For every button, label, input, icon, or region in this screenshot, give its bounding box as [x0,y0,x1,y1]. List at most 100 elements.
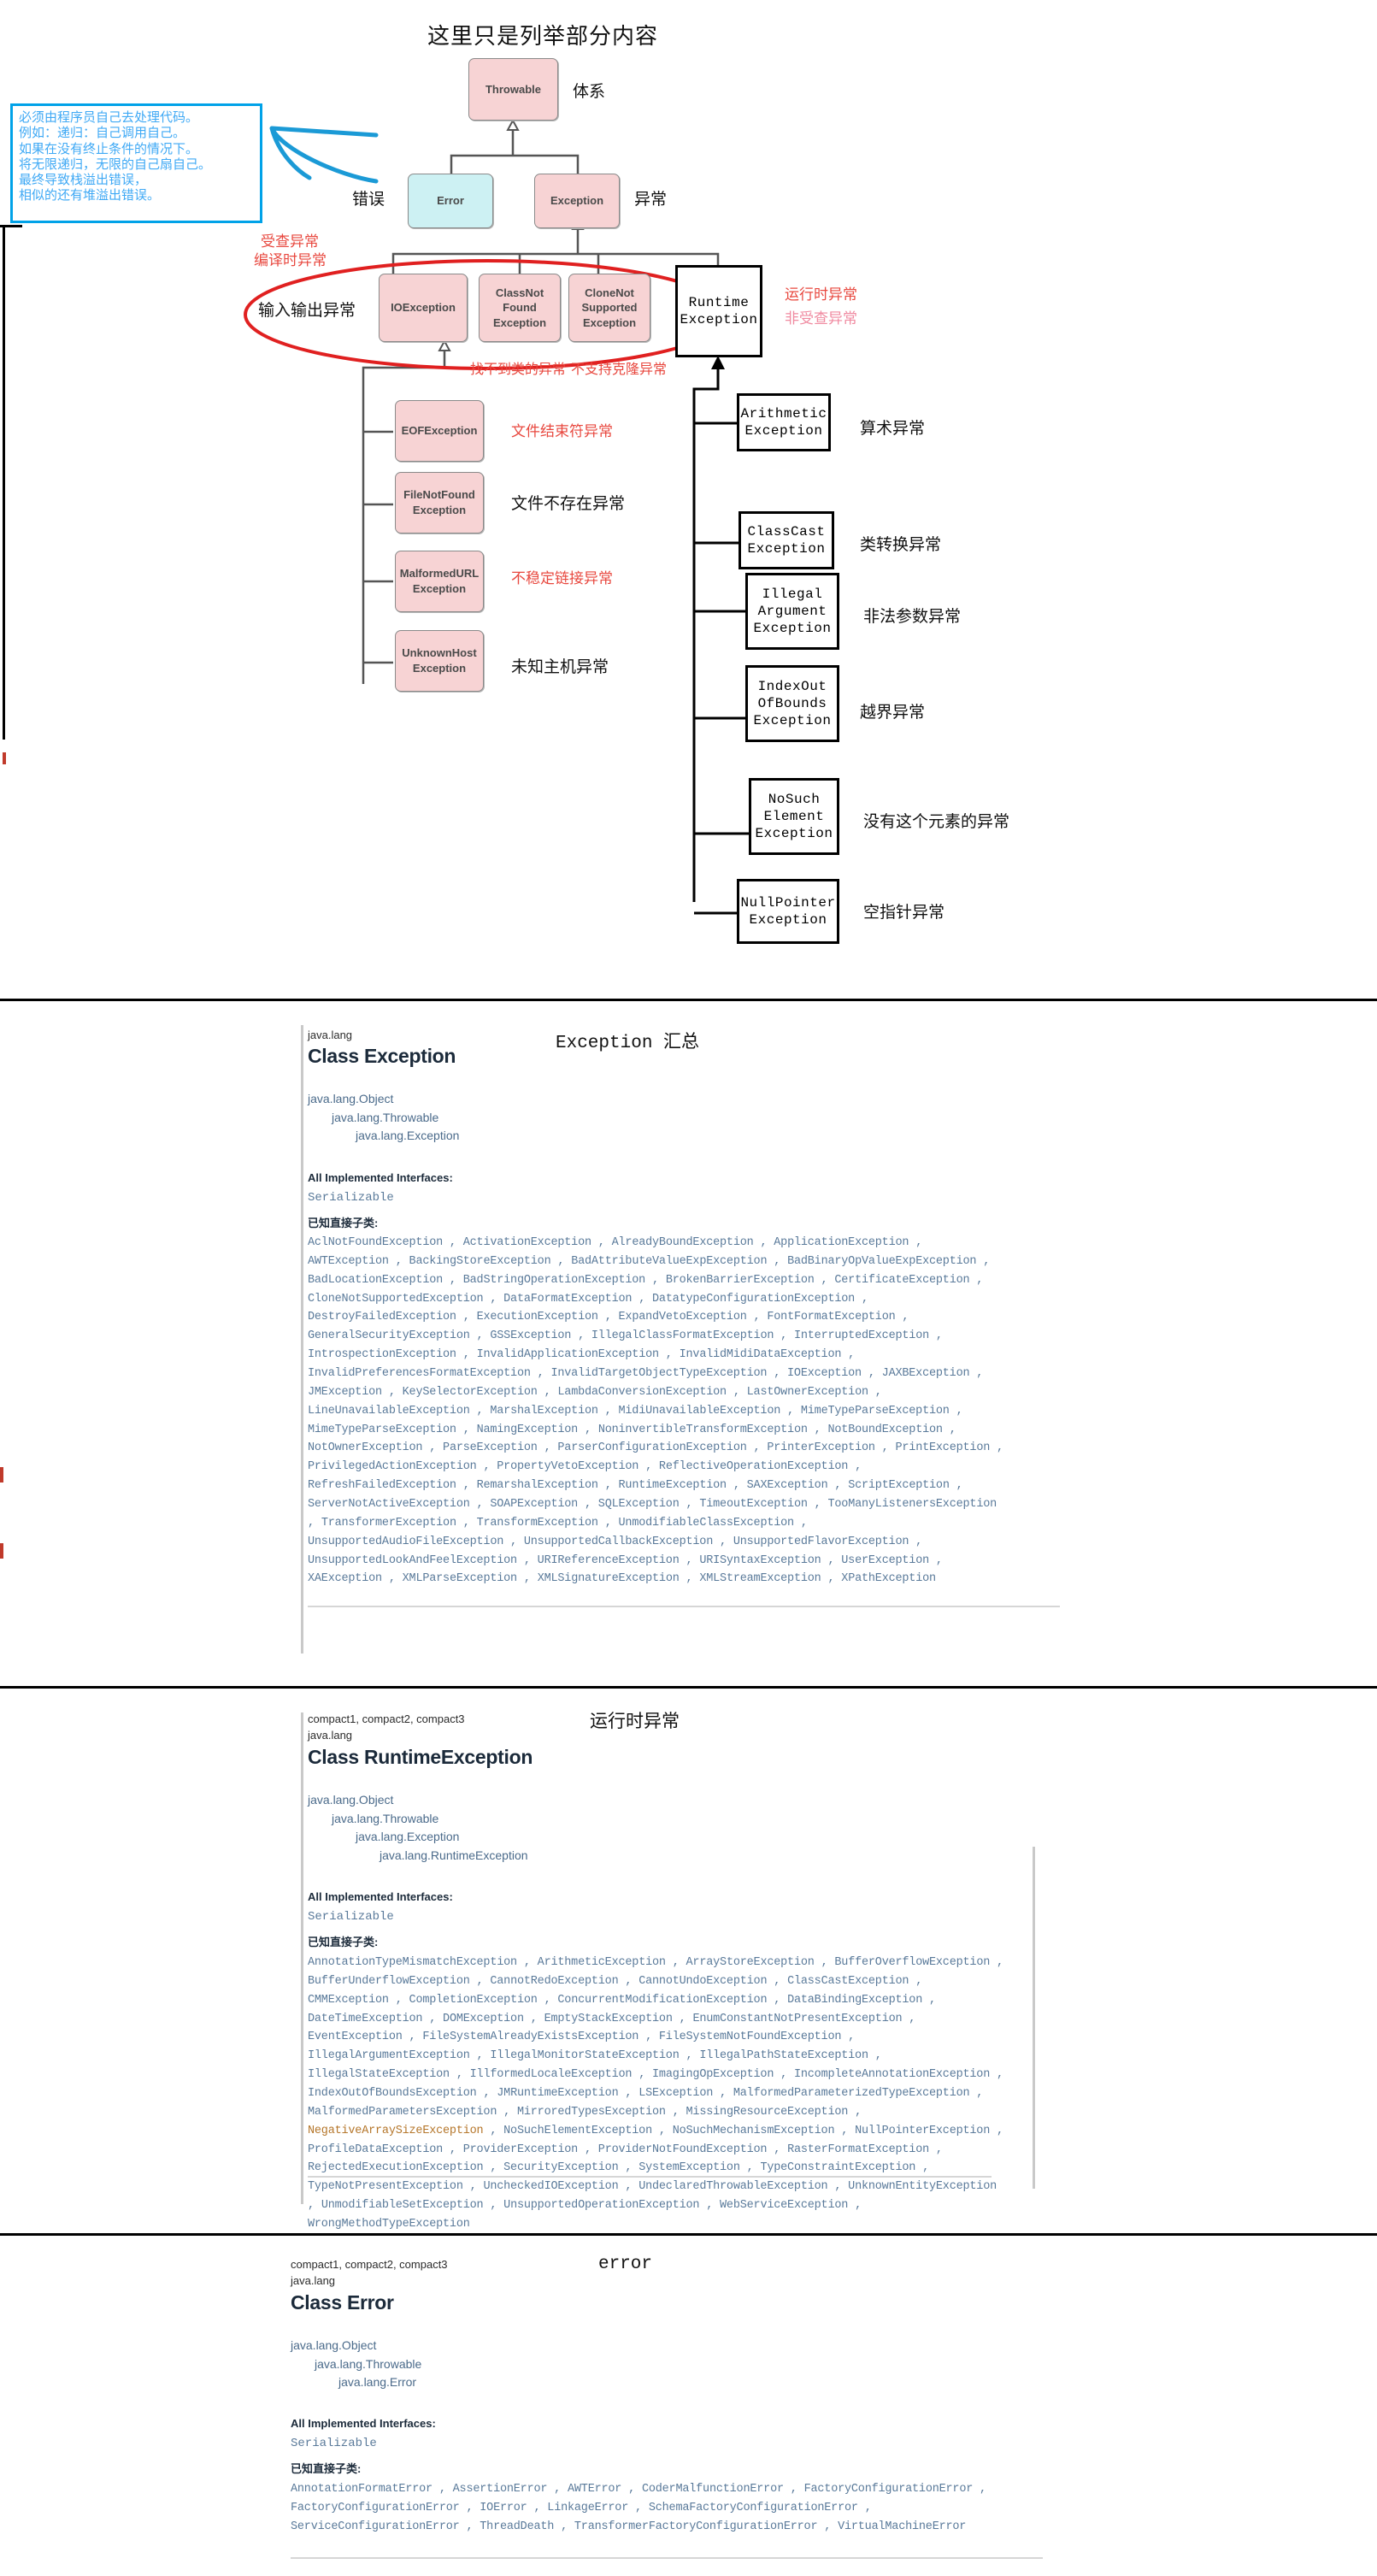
subclass-link[interactable]: CertificateException [834,1274,969,1287]
subclass-link[interactable]: AnnotationTypeMismatchException [308,1956,517,1969]
subclass-link[interactable]: UnmodifiableSetException [321,2199,484,2212]
subclass-link[interactable]: InvalidApplicationException [477,1348,660,1361]
tree-node-0[interactable]: java.lang.Object [291,2337,421,2355]
subclass-link[interactable]: AWTError [568,2483,621,2496]
subclass-link[interactable]: BufferOverflowException [834,1956,990,1969]
subclass-link[interactable]: URIReferenceException [538,1554,680,1567]
subclass-link[interactable]: ApplicationException [774,1236,909,1249]
subclass-link[interactable]: BadAttributeValueExpException [571,1255,767,1268]
subclass-link[interactable]: CompletionException [409,1994,538,2007]
subclass-link[interactable]: ReflectiveOperationException [659,1460,848,1473]
subclass-link[interactable]: CoderMalfunctionError [642,2483,784,2496]
subclass-link[interactable]: LinkageError [547,2502,628,2514]
subclass-link[interactable]: JAXBException [882,1367,970,1380]
subclass-link[interactable]: KeySelectorException [403,1386,538,1399]
subclass-link[interactable]: DateTimeException [308,2013,423,2025]
subclass-link[interactable]: DestroyFailedException [308,1311,456,1323]
tree-node-1[interactable]: java.lang.Throwable [291,2355,421,2374]
subclass-link[interactable]: TypeNotPresentException [308,2180,463,2193]
subclass-link[interactable]: CMMException [308,1994,389,2007]
subclass-link[interactable]: EventException [308,2031,403,2043]
subclass-link[interactable]: ServiceConfigurationError [291,2520,460,2533]
subclass-link[interactable]: MarshalException [490,1405,598,1418]
subclass-link[interactable]: IllformedLocaleException [470,2068,633,2081]
subclass-link[interactable]: SecurityException [503,2161,619,2174]
subclass-link[interactable]: ClassCastException [787,1975,909,1988]
node-throwable[interactable]: Throwable [468,58,558,121]
subclass-link[interactable]: ThreadDeath [480,2520,554,2533]
subclass-link[interactable]: XMLSignatureException [538,1572,680,1585]
subclass-link[interactable]: InvalidPreferencesFormatException [308,1367,531,1380]
subclass-link[interactable]: XPathException [841,1572,936,1585]
runtime-subclasses-list[interactable]: AnnotationTypeMismatchException , Arithm… [308,1954,1009,2234]
subclass-link[interactable]: FontFormatException [767,1311,895,1323]
subclass-link[interactable]: BufferUnderflowException [308,1975,470,1988]
subclass-link[interactable]: FactoryConfigurationError [291,2502,460,2514]
subclass-link[interactable]: SchemaFactoryConfigurationError [649,2502,858,2514]
subclass-link[interactable]: IncompleteAnnotationException [794,2068,990,2081]
subclass-link[interactable]: BrokenBarrierException [666,1274,815,1287]
subclass-link[interactable]: IndexOutOfBoundsException [308,2087,477,2100]
subclass-link[interactable]: ProfileDataException [308,2143,443,2156]
tree-node-1[interactable]: java.lang.Throwable [308,1810,528,1829]
subclass-link[interactable]: EmptyStackException [544,2013,673,2025]
node-nullpointerexception[interactable]: NullPointer Exception [737,879,839,944]
subclass-link[interactable]: PrintException [896,1441,991,1454]
subclass-link[interactable]: AclNotFoundException [308,1236,443,1249]
subclass-link[interactable]: TimeoutException [699,1498,808,1511]
error-interfaces-value[interactable]: Serializable [291,2437,377,2450]
subclass-link[interactable]: InterruptedException [794,1329,929,1342]
subclass-link[interactable]: ScriptException [848,1479,950,1492]
subclass-link[interactable]: DatatypeConfigurationException [652,1293,855,1306]
subclass-link[interactable]: TooManyListenersException [827,1498,997,1511]
subclass-link[interactable]: SystemException [638,2161,740,2174]
tree-node-2[interactable]: java.lang.Exception [308,1828,528,1847]
subclass-link[interactable]: XMLParseException [403,1572,518,1585]
subclass-link[interactable]: UnsupportedOperationException [503,2199,699,2212]
subclass-link[interactable]: UnsupportedLookAndFeelException [308,1554,517,1567]
exception-subclasses-list[interactable]: AclNotFoundException , ActivationExcepti… [308,1234,1009,1589]
subclass-link[interactable]: CannotUndoException [638,1975,767,1988]
subclass-link[interactable]: WebServiceException [720,2199,848,2212]
subclass-link[interactable]: SAXException [747,1479,828,1492]
subclass-link[interactable]: PropertyVetoException [497,1460,638,1473]
subclass-link[interactable]: InvalidMidiDataException [680,1348,842,1361]
subclass-link[interactable]: GeneralSecurityException [308,1329,470,1342]
node-ioexception[interactable]: IOException [379,274,468,342]
subclass-link[interactable]: RasterFormatException [787,2143,929,2156]
subclass-link[interactable]: DataBindingException [787,1994,922,2007]
subclass-link[interactable]: TypeConstraintException [760,2161,915,2174]
subclass-link[interactable]: ArrayStoreException [686,1956,815,1969]
subclass-link[interactable]: ParseException [443,1441,538,1454]
subclass-link[interactable]: UnknownEntityException [848,2180,997,2193]
subclass-link[interactable]: IOException [787,1367,862,1380]
subclass-link[interactable]: ProviderNotFoundException [598,2143,768,2156]
subclass-link[interactable]: AnnotationFormatError [291,2483,433,2496]
subclass-link[interactable]: PrivilegedActionException [308,1460,477,1473]
subclass-link[interactable]: UserException [841,1554,929,1567]
subclass-link[interactable]: NotBoundException [827,1424,943,1436]
subclass-link[interactable]: EnumConstantNotPresentException [692,2013,902,2025]
subclass-link[interactable]: BackingStoreException [409,1255,551,1268]
subclass-link[interactable]: XAException [308,1572,382,1585]
subclass-link[interactable]: AssertionError [453,2483,548,2496]
node-runtimeexception[interactable]: Runtime Exception [675,265,762,357]
subclass-link[interactable]: ExecutionException [477,1311,598,1323]
subclass-link[interactable]: PrinterException [767,1441,875,1454]
subclass-link[interactable]: UndeclaredThrowableException [638,2180,827,2193]
subclass-link[interactable]: IntrospectionException [308,1348,456,1361]
subclass-link[interactable]: TransformerException [321,1517,456,1530]
subclass-link[interactable]: BadStringOperationException [463,1274,646,1287]
subclass-link[interactable]: NegativeArraySizeException [308,2125,484,2137]
subclass-link[interactable]: NullPointerException [855,2125,990,2137]
subclass-link[interactable]: LSException [638,2087,713,2100]
subclass-link[interactable]: RefreshFailedException [308,1479,456,1492]
subclass-link[interactable]: AWTException [308,1255,389,1268]
subclass-link[interactable]: MimeTypeParseException [801,1405,950,1418]
node-nosuchelementexception[interactable]: NoSuch Element Exception [749,778,839,855]
subclass-link[interactable]: UnmodifiableClassException [619,1517,795,1530]
node-classnotfoundexception[interactable]: ClassNot Found Exception [479,274,561,342]
subclass-link[interactable]: UnsupportedCallbackException [524,1536,713,1548]
subclass-link[interactable]: GSSException [490,1329,571,1342]
subclass-link[interactable]: FileSystemAlreadyExistsException [422,2031,638,2043]
